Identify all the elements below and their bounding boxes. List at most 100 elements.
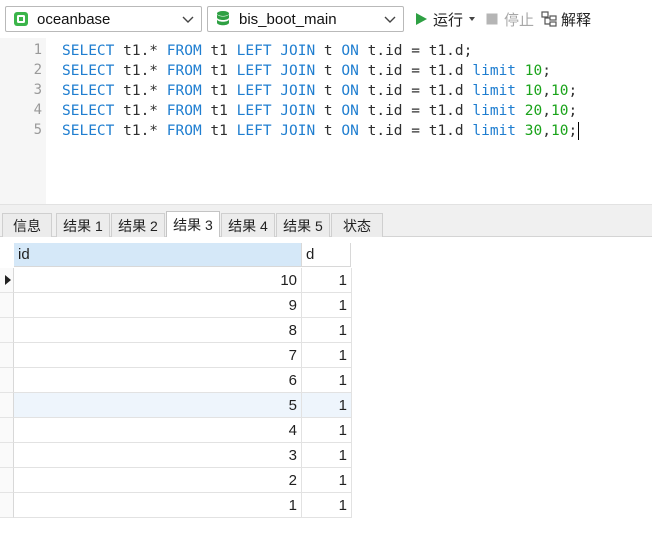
chevron-down-icon <box>383 12 397 26</box>
table-row[interactable]: 31 <box>0 443 352 468</box>
row-selector[interactable] <box>0 468 14 493</box>
sql-number: 10 <box>524 63 543 79</box>
database-value: bis_boot_main <box>239 10 337 28</box>
row-selector[interactable] <box>0 318 14 343</box>
cell-d[interactable]: 1 <box>302 393 352 418</box>
sql-text: t <box>315 103 342 119</box>
tab-result-5[interactable]: 结果 5 <box>276 213 330 237</box>
line-number: 5 <box>33 122 42 138</box>
sql-keyword: limit <box>472 63 517 79</box>
sql-keyword: SELECT <box>62 123 115 139</box>
tab-info[interactable]: 信息 <box>2 213 52 237</box>
sql-keyword: SELECT <box>62 63 115 79</box>
result-grid[interactable]: id d 10 1 9 1 8 1 7 1 6 1 5 1 4 1 3 1 2 1 1 1 <box>0 237 652 545</box>
stop-button[interactable]: 停止 <box>484 8 534 30</box>
sql-editor[interactable]: 1 2 3 4 5 SELECT t1.* FROM t1 LEFT JOIN … <box>0 38 652 204</box>
sql-keyword: limit <box>472 83 517 99</box>
cell-id[interactable]: 4 <box>14 418 302 443</box>
table-row[interactable]: 21 <box>0 468 352 493</box>
explain-label: 解释 <box>561 11 592 29</box>
row-selector[interactable] <box>0 493 14 518</box>
sql-text: ; <box>542 63 551 79</box>
run-button[interactable]: 运行 <box>413 8 476 30</box>
table-row[interactable]: 51 <box>0 393 352 418</box>
tab-result-1[interactable]: 结果 1 <box>56 213 110 237</box>
cell-id[interactable]: 9 <box>14 293 302 318</box>
tab-result-3[interactable]: 结果 3 <box>166 211 220 238</box>
column-header-id[interactable]: id <box>14 243 302 267</box>
table-row[interactable]: 81 <box>0 318 352 343</box>
tab-status[interactable]: 状态 <box>331 213 383 237</box>
sql-text: t1 <box>201 83 237 99</box>
row-selector[interactable] <box>0 368 14 393</box>
table-row[interactable]: 91 <box>0 293 352 318</box>
cell-id[interactable]: 7 <box>14 343 302 368</box>
current-row-arrow-icon <box>5 275 11 285</box>
cell-id[interactable]: 10 <box>14 268 302 293</box>
row-selector[interactable] <box>0 393 14 418</box>
cell-d[interactable]: 1 <box>302 368 352 393</box>
explain-button[interactable]: 解释 <box>541 8 591 30</box>
table-row[interactable]: 71 <box>0 343 352 368</box>
row-selector[interactable] <box>0 418 14 443</box>
tab-result-2[interactable]: 结果 2 <box>111 213 165 237</box>
cell-d[interactable]: 1 <box>302 468 352 493</box>
stop-label: 停止 <box>504 11 535 29</box>
table-row[interactable]: 11 <box>0 493 352 518</box>
row-selector[interactable] <box>0 293 14 318</box>
cell-id[interactable]: 6 <box>14 368 302 393</box>
table-row[interactable]: 61 <box>0 368 352 393</box>
table-row[interactable]: 41 <box>0 418 352 443</box>
cell-d[interactable]: 1 <box>302 343 352 368</box>
cell-id[interactable]: 2 <box>14 468 302 493</box>
sql-text: t.id = t1.d <box>358 63 473 79</box>
sql-keyword: LEFT JOIN <box>236 103 316 119</box>
sql-keyword: LEFT JOIN <box>236 63 316 79</box>
line-number: 4 <box>33 102 42 118</box>
cell-id[interactable]: 3 <box>14 443 302 468</box>
cell-id[interactable]: 5 <box>14 393 302 418</box>
table-row[interactable]: 10 1 <box>0 268 352 293</box>
cell-id[interactable]: 8 <box>14 318 302 343</box>
code-line[interactable]: SELECT t1.* FROM t1 LEFT JOIN t ON t.id … <box>62 41 472 61</box>
explain-icon <box>541 11 557 27</box>
code-line[interactable]: SELECT t1.* FROM t1 LEFT JOIN t ON t.id … <box>62 101 577 121</box>
code-line[interactable]: SELECT t1.* FROM t1 LEFT JOIN t ON t.id … <box>62 81 577 101</box>
row-selector[interactable] <box>0 268 14 293</box>
cell-d[interactable]: 1 <box>302 268 352 293</box>
splitter[interactable] <box>0 204 652 211</box>
cell-d[interactable]: 1 <box>302 418 352 443</box>
sql-number: 10 <box>550 83 569 99</box>
sql-keyword: ON <box>341 83 359 99</box>
row-selector[interactable] <box>0 443 14 468</box>
cell-d[interactable]: 1 <box>302 318 352 343</box>
cell-d[interactable]: 1 <box>302 443 352 468</box>
result-tabs: 信息 结果 1 结果 2 结果 3 结果 4 结果 5 状态 <box>0 211 652 238</box>
code-line[interactable]: SELECT t1.* FROM t1 LEFT JOIN t ON t.id … <box>62 61 551 81</box>
column-header-d[interactable]: d <box>302 243 351 267</box>
line-number-gutter: 1 2 3 4 5 <box>0 38 46 204</box>
code-line[interactable]: SELECT t1.* FROM t1 LEFT JOIN t ON t.id … <box>62 121 580 141</box>
sql-text: t <box>315 43 342 59</box>
tab-result-4[interactable]: 结果 4 <box>221 213 275 237</box>
sql-keyword: FROM <box>166 63 202 79</box>
line-number: 3 <box>33 82 42 98</box>
run-label: 运行 <box>433 11 464 29</box>
cell-d[interactable]: 1 <box>302 493 352 518</box>
sql-number: 30 <box>524 123 543 139</box>
sql-keyword: limit <box>472 123 517 139</box>
sql-text: , <box>542 103 551 119</box>
connection-select[interactable]: oceanbase <box>5 6 202 32</box>
run-dropdown-arrow-icon[interactable] <box>469 17 476 21</box>
sql-keyword: FROM <box>166 43 202 59</box>
cell-id[interactable]: 1 <box>14 493 302 518</box>
cell-d[interactable]: 1 <box>302 293 352 318</box>
sql-keyword: FROM <box>166 83 202 99</box>
database-select[interactable]: bis_boot_main <box>207 6 404 32</box>
sql-keyword: SELECT <box>62 103 115 119</box>
row-selector[interactable] <box>0 343 14 368</box>
sql-text: t1 <box>201 43 237 59</box>
toolbar: oceanbase bis_boot_main 运行 停止 解释 <box>0 0 652 38</box>
